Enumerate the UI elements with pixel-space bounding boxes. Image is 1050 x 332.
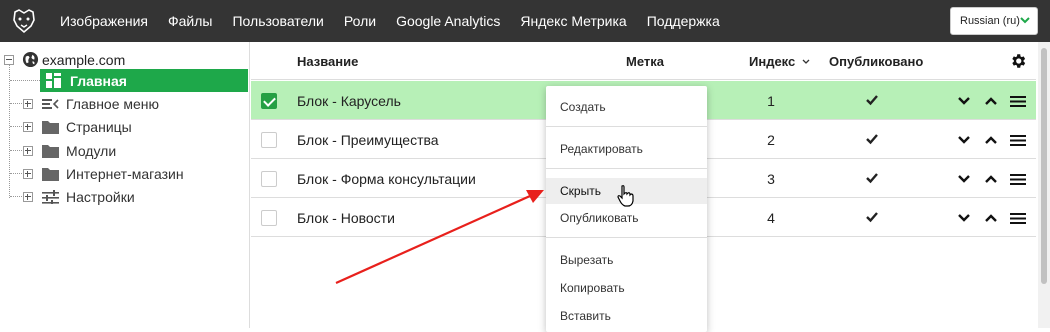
tree-item-pages[interactable]: Страницы	[23, 118, 132, 136]
row-index: 3	[767, 171, 775, 187]
nav-roles[interactable]: Роли	[344, 13, 376, 29]
tree-item-settings[interactable]: Настройки	[23, 188, 135, 206]
menu-item-create[interactable]: Создать	[546, 94, 707, 120]
move-up-chevron-icon[interactable]	[983, 93, 999, 109]
panther-logo-icon[interactable]	[11, 8, 37, 34]
language-select[interactable]: Russian (ru)	[950, 7, 1038, 35]
column-header-tag[interactable]: Метка	[626, 54, 664, 69]
language-select-value: Russian (ru)	[960, 15, 1020, 27]
tree-guide-line	[10, 103, 22, 104]
tree-item-main-menu[interactable]: Главное меню	[23, 95, 159, 113]
scrollbar-thumb[interactable]	[1041, 48, 1047, 284]
column-header-index-label: Индекс	[749, 54, 796, 69]
move-down-chevron-icon[interactable]	[956, 132, 972, 148]
menu-item-copy[interactable]: Копировать	[546, 275, 707, 301]
row-name: Блок - Новости	[297, 210, 395, 226]
published-check-icon[interactable]	[865, 210, 879, 224]
menu-divider	[546, 126, 707, 127]
tree-guide-line	[10, 196, 22, 197]
tree-item-shop[interactable]: Интернет-магазин	[23, 165, 184, 183]
expand-toggle-icon[interactable]	[23, 192, 33, 202]
tree-guide-line	[10, 80, 40, 81]
tree-item-label: Страницы	[66, 119, 132, 135]
tree-root-label: example.com	[42, 52, 126, 68]
nav-files[interactable]: Файлы	[168, 13, 212, 29]
move-down-chevron-icon[interactable]	[956, 210, 972, 226]
globe-icon	[22, 51, 39, 68]
sliders-icon	[42, 190, 59, 204]
menu-item-publish[interactable]: Опубликовать	[546, 205, 707, 231]
tree-item-home[interactable]: Главная	[40, 69, 248, 92]
tree-item-label: Настройки	[66, 189, 135, 205]
published-check-icon[interactable]	[865, 171, 879, 185]
folder-icon	[42, 121, 59, 134]
row-name: Блок - Преимущества	[297, 132, 439, 148]
table-header: Название Метка Индекс Опубликовано	[251, 42, 1036, 80]
nav-users[interactable]: Пользователи	[232, 13, 323, 29]
row-index: 4	[767, 210, 775, 226]
row-index: 2	[767, 132, 775, 148]
column-header-name[interactable]: Название	[297, 54, 358, 69]
nav-google-analytics[interactable]: Google Analytics	[396, 13, 500, 29]
column-header-published[interactable]: Опубликовано	[829, 54, 923, 69]
column-header-index[interactable]: Индекс	[749, 54, 810, 69]
menu-item-cut[interactable]: Вырезать	[546, 247, 707, 273]
nav-yandex-metrika[interactable]: Яндекс Метрика	[520, 13, 626, 29]
tree-guide-line	[10, 173, 22, 174]
expand-toggle-icon[interactable]	[23, 122, 33, 132]
menu-item-paste[interactable]: Вставить	[546, 303, 707, 329]
nav-images[interactable]: Изображения	[60, 13, 148, 29]
move-down-chevron-icon[interactable]	[956, 93, 972, 109]
row-name: Блок - Форма консультации	[297, 171, 476, 187]
tree-guide-line	[10, 126, 22, 127]
drag-handle-icon[interactable]	[1010, 132, 1026, 148]
nav-support[interactable]: Поддержка	[647, 13, 720, 29]
main-nav: Изображения Файлы Пользователи Роли Goog…	[60, 0, 740, 42]
drag-handle-icon[interactable]	[1010, 171, 1026, 187]
move-up-chevron-icon[interactable]	[983, 132, 999, 148]
chevron-down-icon	[1020, 17, 1030, 24]
expand-toggle-icon[interactable]	[23, 169, 33, 179]
tree-guide-line	[10, 150, 22, 151]
published-check-icon[interactable]	[865, 93, 879, 107]
vertical-scrollbar[interactable]	[1038, 42, 1050, 328]
tree-root-node[interactable]: example.com	[4, 51, 126, 68]
row-checkbox[interactable]	[261, 93, 277, 109]
drag-handle-icon[interactable]	[1010, 93, 1026, 109]
move-down-chevron-icon[interactable]	[956, 171, 972, 187]
expand-toggle-icon[interactable]	[23, 99, 33, 109]
menu-item-edit[interactable]: Редактировать	[546, 136, 707, 162]
row-name: Блок - Карусель	[297, 93, 401, 109]
top-navigation-bar: Изображения Файлы Пользователи Роли Goog…	[0, 0, 1050, 42]
hand-pointer-cursor-icon	[617, 185, 634, 207]
tree-item-label: Модули	[66, 143, 117, 159]
tree-item-label: Главная	[70, 72, 127, 89]
published-check-icon[interactable]	[865, 132, 879, 146]
move-up-chevron-icon[interactable]	[983, 210, 999, 226]
sort-chevron-down-icon	[802, 59, 810, 64]
menu-divider	[546, 168, 707, 169]
drag-handle-icon[interactable]	[1010, 210, 1026, 226]
row-checkbox[interactable]	[261, 210, 277, 226]
site-tree-sidebar: example.com Главная Главное меню Страниц…	[0, 42, 250, 328]
menu-list-icon	[42, 99, 59, 109]
tree-item-label: Интернет-магазин	[66, 166, 184, 182]
tree-item-label: Главное меню	[66, 96, 160, 112]
dashboard-icon	[46, 73, 61, 88]
context-menu: Создать Редактировать Скрыть Опубликоват…	[546, 86, 707, 332]
gear-icon[interactable]	[1009, 52, 1027, 70]
expand-toggle-icon[interactable]	[23, 146, 33, 156]
folder-icon	[42, 145, 59, 158]
row-checkbox[interactable]	[261, 132, 277, 148]
collapse-toggle-icon[interactable]	[4, 55, 14, 65]
row-index: 1	[767, 93, 775, 109]
folder-icon	[42, 168, 59, 181]
row-checkbox[interactable]	[261, 171, 277, 187]
menu-divider	[546, 237, 707, 238]
move-up-chevron-icon[interactable]	[983, 171, 999, 187]
tree-item-modules[interactable]: Модули	[23, 142, 116, 160]
